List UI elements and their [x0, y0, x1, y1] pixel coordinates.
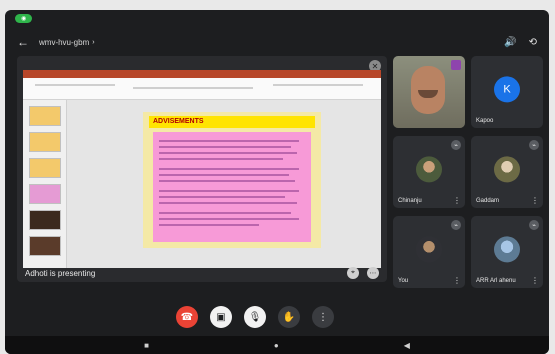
participant-name: Gaddam: [476, 198, 500, 204]
participant-photo: [494, 156, 520, 183]
presentation-actions: ⌖ ⋯: [347, 267, 379, 279]
meet-screen: ◉ ← wmv-hvu-gbm › 🔊 ⟲ ✕ ADVISEMENTS Adho…: [5, 10, 549, 354]
meeting-code[interactable]: wmv-hvu-gbm: [39, 38, 89, 47]
participant-tile-you[interactable]: ⌁ You ⋮: [393, 216, 465, 288]
presenter-label: Adhoti is presenting: [25, 268, 96, 278]
status-bar: ◉: [5, 10, 549, 26]
back-icon[interactable]: ◀: [404, 341, 410, 350]
raise-hand-button[interactable]: ✋: [278, 306, 300, 328]
slide-canvas: ADVISEMENTS: [143, 112, 321, 248]
android-navigation-bar: ■ ● ◀: [5, 336, 549, 354]
call-controls: ☎ ▣ 🎙 ✋ ⋮: [5, 302, 527, 332]
end-call-button[interactable]: ☎: [176, 306, 198, 328]
mic-muted-icon: ⌁: [529, 220, 539, 230]
more-options-button[interactable]: ⋮: [312, 306, 334, 328]
mic-muted-icon: ⌁: [451, 140, 461, 150]
participant-more-icon[interactable]: ⋮: [531, 276, 539, 285]
recents-icon[interactable]: ■: [144, 341, 149, 350]
home-icon[interactable]: ●: [274, 341, 279, 350]
participant-name: You: [398, 278, 409, 284]
mic-toggle-button[interactable]: 🎙: [244, 306, 266, 328]
participant-more-icon[interactable]: ⋮: [531, 196, 539, 205]
back-arrow-icon[interactable]: ←: [17, 35, 29, 49]
camera-toggle-button[interactable]: ▣: [210, 306, 232, 328]
presentation-footer: Adhoti is presenting ⌖ ⋯: [17, 264, 387, 282]
slide-thumbnail: [29, 210, 61, 230]
slide-thumbnail: [29, 236, 61, 256]
call-pill[interactable]: ◉: [15, 13, 33, 23]
participant-tile-gaddam[interactable]: ⌁ Gaddam ⋮: [471, 136, 543, 208]
slide-thumbnail: [29, 106, 61, 126]
avatar-k: K: [494, 76, 520, 103]
participant-tile-kapoo[interactable]: K Kapoo: [471, 56, 543, 128]
participant-name: ARR Arl ahenu: [476, 278, 516, 284]
more-options-icon[interactable]: ⋯: [367, 267, 379, 279]
participant-more-icon[interactable]: ⋮: [453, 276, 461, 285]
pin-icon[interactable]: ⌖: [347, 267, 359, 279]
self-view-face: [411, 66, 445, 114]
powerpoint-titlebar: [23, 70, 381, 78]
participant-tile-arr[interactable]: ⌁ ARR Arl ahenu ⋮: [471, 216, 543, 288]
speaker-icon[interactable]: 🔊: [504, 37, 516, 48]
top-right-icons: 🔊 ⟲: [504, 37, 537, 48]
slide-thumbnails: [23, 100, 67, 268]
slide-content-box: [153, 132, 311, 242]
self-view-tile[interactable]: [393, 56, 465, 128]
self-view-badge: [451, 60, 461, 70]
powerpoint-body: ADVISEMENTS: [23, 100, 381, 268]
participant-photo: [494, 236, 520, 263]
participant-more-icon[interactable]: ⋮: [453, 196, 461, 205]
participant-name: Chinanju: [398, 198, 422, 204]
participant-tile-chinanju[interactable]: ⌁ Chinanju ⋮: [393, 136, 465, 208]
chevron-right-icon[interactable]: ›: [92, 39, 94, 46]
slide-thumbnail: [29, 132, 61, 152]
presentation-tile[interactable]: ✕ ADVISEMENTS Adhoti is presenting ⌖ ⋯: [17, 56, 387, 282]
switch-camera-icon[interactable]: ⟲: [529, 37, 537, 48]
participant-photo: [416, 156, 442, 183]
slide-thumbnail: [29, 184, 61, 204]
participant-name: Kapoo: [476, 118, 494, 124]
slide-thumbnail: [29, 158, 61, 178]
meeting-top-bar: ← wmv-hvu-gbm › 🔊 ⟲: [5, 32, 549, 52]
slide-title: ADVISEMENTS: [149, 116, 315, 128]
mic-muted-icon: ⌁: [529, 140, 539, 150]
participant-photo: [416, 236, 442, 263]
mic-muted-icon: ⌁: [451, 220, 461, 230]
powerpoint-ribbon: [23, 78, 381, 100]
powerpoint-window: ADVISEMENTS: [23, 70, 381, 268]
